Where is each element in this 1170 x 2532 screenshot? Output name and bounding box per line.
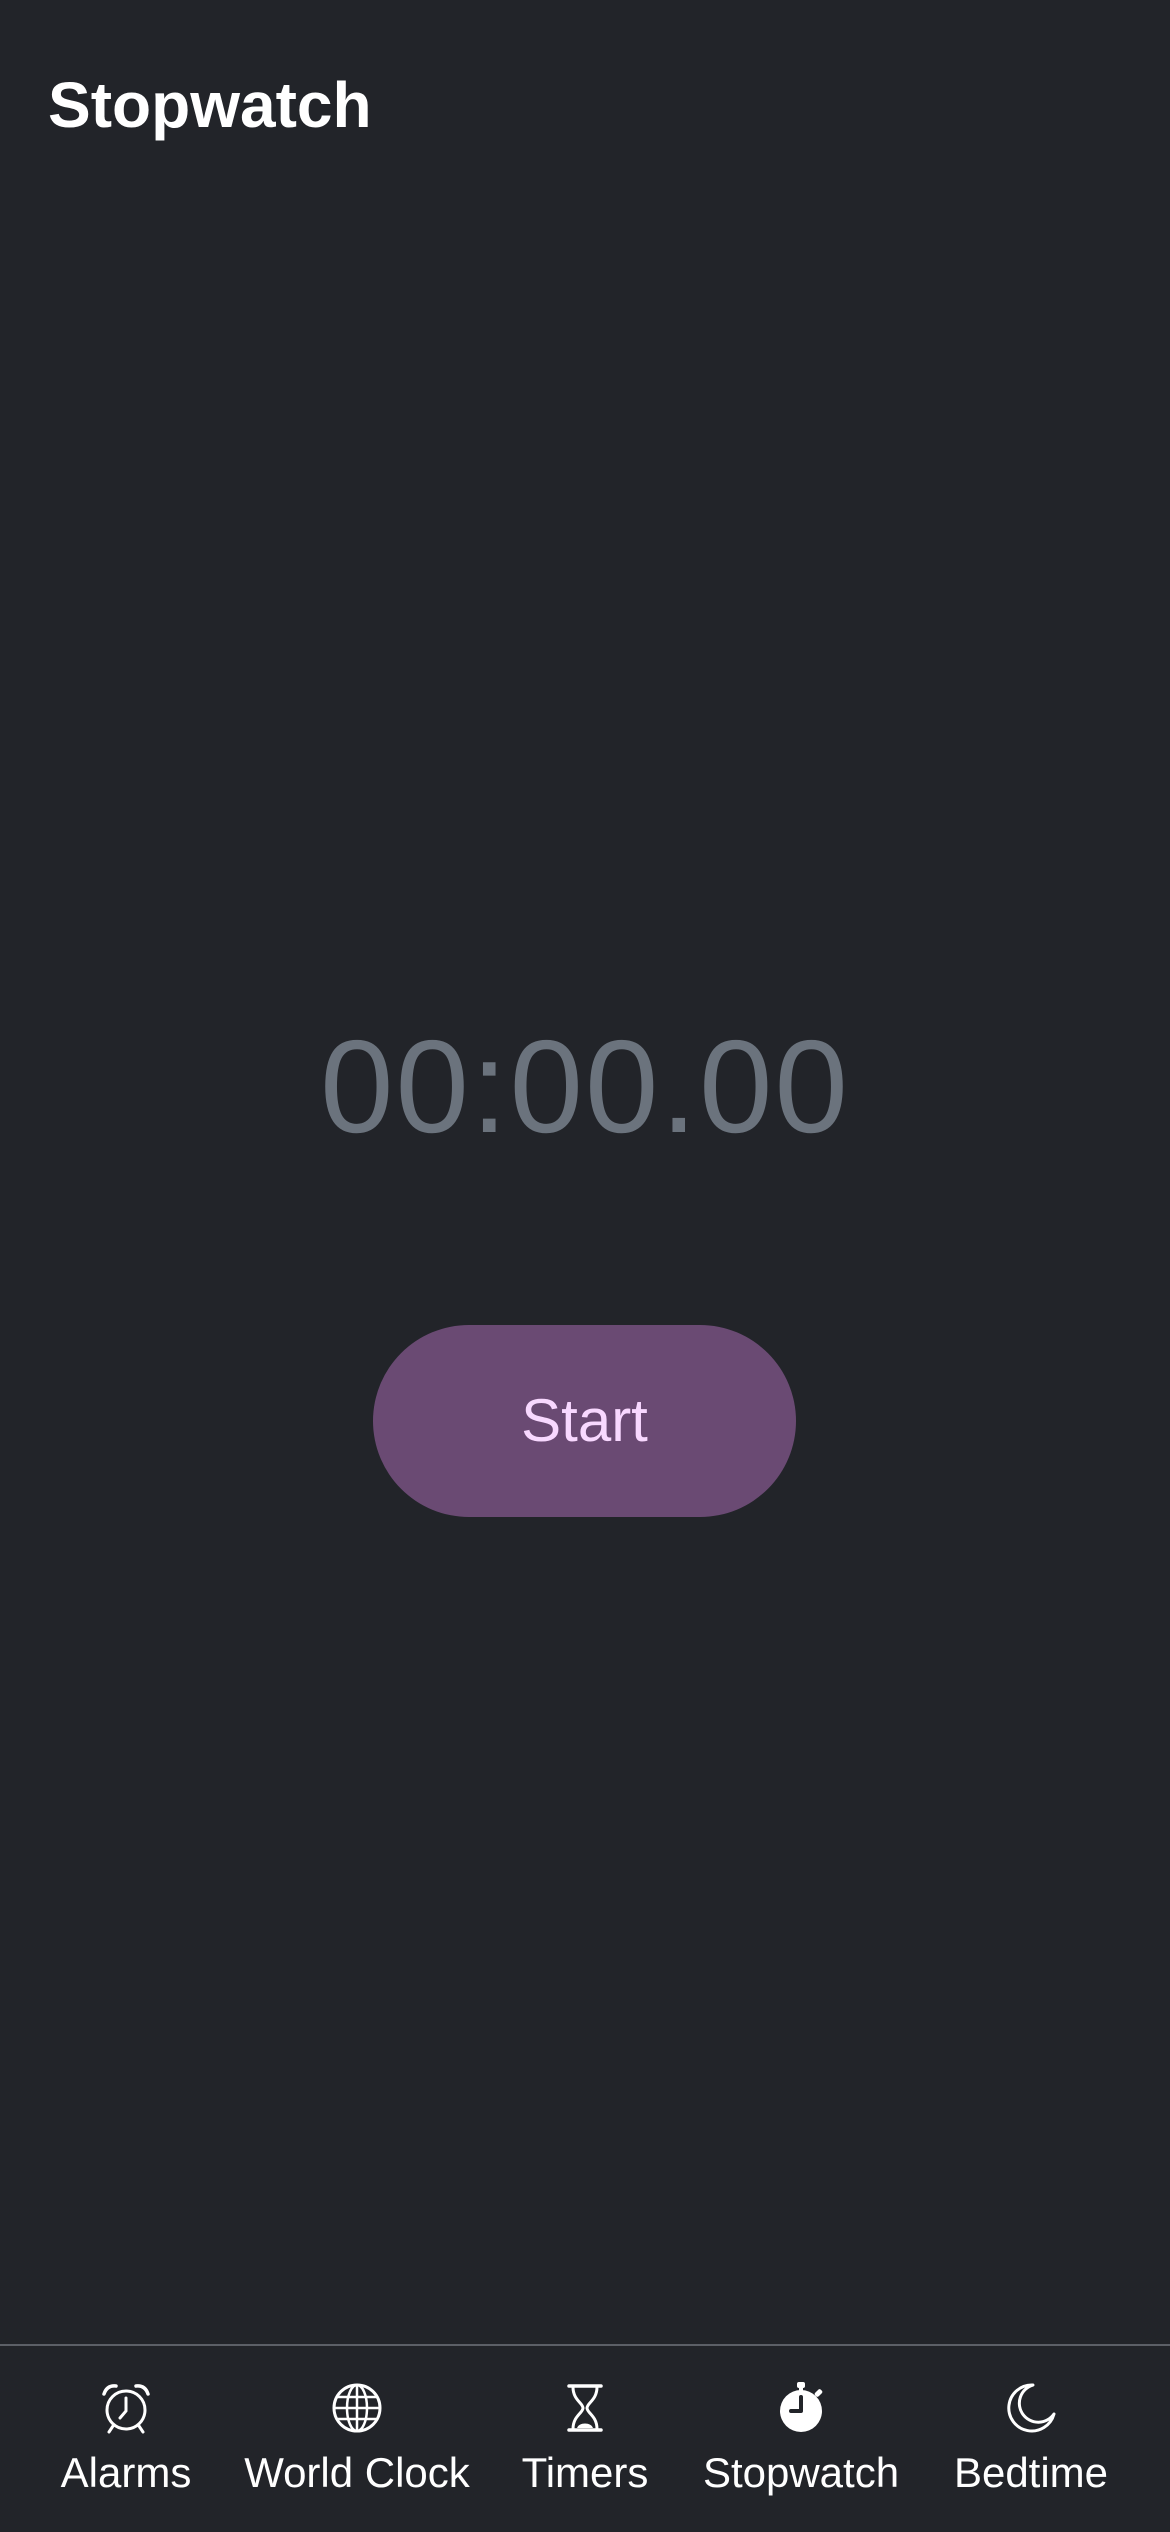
moon-icon [1007, 2383, 1056, 2433]
hourglass-icon [567, 2384, 603, 2432]
start-button[interactable]: Start [373, 1325, 796, 1517]
tab-label: Timers [521, 2449, 649, 2496]
tab-label: World Clock [244, 2449, 470, 2496]
alarm-clock-icon [102, 2384, 150, 2434]
page-title: Stopwatch [48, 69, 372, 141]
tab-stopwatch[interactable]: Stopwatch [692, 2380, 910, 2510]
stopwatch-screen: Stopwatch 00:00.00 Start Alarms World Cl… [0, 0, 1170, 2532]
globe-icon [332, 2383, 382, 2433]
tab-timers[interactable]: Timers [515, 2380, 655, 2510]
tab-bedtime[interactable]: Bedtime [946, 2380, 1116, 2510]
stopwatch-icon [780, 2382, 823, 2432]
tab-alarms[interactable]: Alarms [52, 2380, 200, 2510]
tab-label: Stopwatch [702, 2449, 900, 2496]
tab-label: Alarms [60, 2449, 192, 2496]
tab-label: Bedtime [953, 2449, 1109, 2496]
tab-world-clock[interactable]: World Clock [236, 2380, 478, 2510]
tab-bar: Alarms World Clock Timers Stopwatch Bedt… [0, 2344, 1170, 2532]
elapsed-time-display: 00:00.00 [320, 1013, 850, 1160]
